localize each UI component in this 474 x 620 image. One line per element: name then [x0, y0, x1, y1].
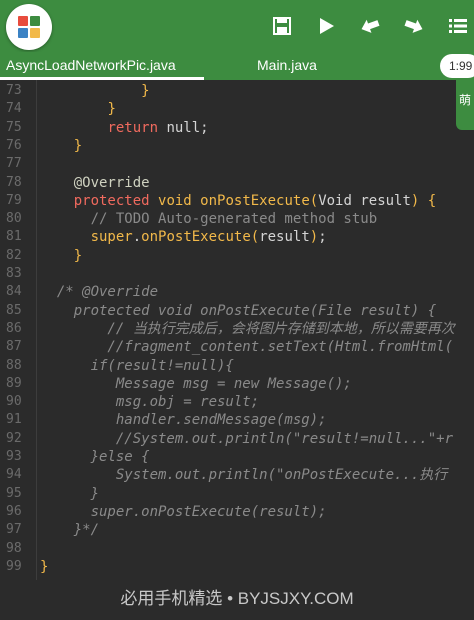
side-drawer-tab[interactable]: 萌 — [456, 80, 474, 130]
code-line: 99} — [0, 558, 474, 576]
code-text: msg.obj = result; — [40, 394, 260, 411]
line-number: 88 — [6, 357, 22, 373]
top-toolbar — [0, 0, 474, 52]
line-number: 97 — [6, 522, 22, 538]
tab-label: Main.java — [257, 57, 317, 73]
code-text: } — [107, 101, 116, 118]
line-number: 81 — [6, 229, 22, 245]
code-text: //fragment_content.setText(Html.fromHtml… — [40, 339, 454, 356]
code-text: } — [40, 485, 100, 502]
code-text: // 当执行完成后，会将图片存储到本地，所以需要再次 — [40, 320, 455, 337]
line-number: 93 — [6, 449, 22, 464]
code-text: protected void onPostExecute(File result… — [40, 302, 437, 319]
line-number: 85 — [6, 302, 22, 318]
code-line: 92 //System.out.println("result!=null...… — [0, 430, 474, 448]
line-number: 87 — [6, 339, 22, 355]
code-line: 97 }*/ — [0, 521, 474, 539]
code-line: 95 } — [0, 485, 474, 503]
app-logo-icon[interactable] — [6, 4, 52, 50]
code-text: } — [73, 137, 83, 154]
line-number: 83 — [6, 266, 22, 281]
tab-asyncloadnetworkpic[interactable]: AsyncLoadNetworkPic.java — [0, 52, 210, 80]
code-line: 83 — [0, 265, 474, 283]
code-line: 91 handler.sendMessage(msg); — [0, 411, 474, 429]
line-number: 84 — [6, 284, 22, 300]
code-line: 75 return null; — [0, 119, 474, 137]
code-text: System.out.println("onPostExecute...执行 — [40, 467, 448, 484]
line-number: 86 — [6, 320, 22, 336]
code-line: 96 super.onPostExecute(result); — [0, 503, 474, 521]
code-text: }*/ — [40, 522, 100, 539]
redo-icon[interactable] — [398, 10, 430, 42]
line-number: 82 — [6, 247, 22, 263]
code-text: protected void onPostExecute(Void result… — [73, 192, 437, 209]
time-pill: 1:99 — [440, 54, 474, 78]
code-line: 74 } — [0, 100, 474, 118]
code-line: 78 @Override — [0, 174, 474, 192]
line-number: 96 — [6, 503, 22, 519]
code-line: 98 — [0, 540, 474, 558]
code-text: /* @Override — [40, 284, 159, 301]
line-number: 89 — [6, 375, 22, 391]
undo-icon[interactable] — [354, 10, 386, 42]
code-text: // TODO Auto-generated method stub — [40, 211, 378, 228]
menu-list-icon[interactable] — [442, 10, 474, 42]
line-number: 98 — [6, 540, 22, 556]
code-line: 84 /* @Override — [0, 283, 474, 301]
code-text: if(result!=null){ — [40, 357, 234, 374]
code-text: @Override — [40, 174, 150, 191]
line-number: 75 — [6, 119, 22, 135]
code-line: 85 protected void onPostExecute(File res… — [0, 302, 474, 320]
code-editor[interactable]: 73 } 74 } 75 return null; 76 } 77 78 @Overrid… — [0, 80, 474, 580]
code-line: 76 } — [0, 137, 474, 155]
code-text: super.onPostExecute(result); — [90, 229, 327, 246]
watermark: 必用手机精选 • BYJSJXY.COM — [0, 580, 474, 620]
tab-label: AsyncLoadNetworkPic.java — [6, 57, 176, 73]
line-number: 90 — [6, 394, 22, 410]
line-number: 92 — [6, 430, 22, 446]
code-line: 89 Message msg = new Message(); — [0, 375, 474, 393]
line-number: 73 — [6, 83, 22, 98]
code-text: Message msg = new Message(); — [40, 375, 352, 392]
code-line: 94 System.out.println("onPostExecute...执… — [0, 466, 474, 484]
code-text: super.onPostExecute(result); — [40, 503, 327, 520]
line-number: 74 — [6, 101, 22, 117]
run-icon[interactable] — [310, 10, 342, 42]
code-line: 73 } — [0, 82, 474, 100]
line-number: 77 — [6, 156, 22, 172]
code-text: } — [141, 83, 150, 99]
line-number: 91 — [6, 412, 22, 428]
code-text: handler.sendMessage(msg); — [40, 412, 327, 429]
file-tabs: AsyncLoadNetworkPic.java Main.java — [0, 52, 474, 80]
code-text: }else { — [40, 449, 150, 465]
code-line: 93 }else { — [0, 448, 474, 466]
code-text: //System.out.println("result!=null..."+r — [40, 430, 454, 447]
code-line: 77 — [0, 155, 474, 173]
line-number: 79 — [6, 192, 22, 208]
line-number: 99 — [6, 558, 22, 574]
code-line: 81 super.onPostExecute(result); — [0, 228, 474, 246]
code-line: 80 // TODO Auto-generated method stub — [0, 210, 474, 228]
save-icon[interactable] — [266, 10, 298, 42]
line-number: 80 — [6, 211, 22, 227]
code-line: 82 } — [0, 247, 474, 265]
code-line: 87 //fragment_content.setText(Html.fromH… — [0, 338, 474, 356]
code-text: } — [40, 558, 49, 575]
code-text: return null; — [107, 119, 209, 136]
line-number: 94 — [6, 467, 22, 483]
line-number: 78 — [6, 174, 22, 190]
code-line: 90 msg.obj = result; — [0, 393, 474, 411]
code-line: 79 protected void onPostExecute(Void res… — [0, 192, 474, 210]
code-line: 86 // 当执行完成后，会将图片存储到本地，所以需要再次 — [0, 320, 474, 338]
tab-main-java[interactable]: Main.java — [257, 52, 317, 80]
line-number: 95 — [6, 485, 22, 501]
code-text: } — [73, 247, 83, 264]
code-line: 88 if(result!=null){ — [0, 357, 474, 375]
line-number: 76 — [6, 137, 22, 153]
